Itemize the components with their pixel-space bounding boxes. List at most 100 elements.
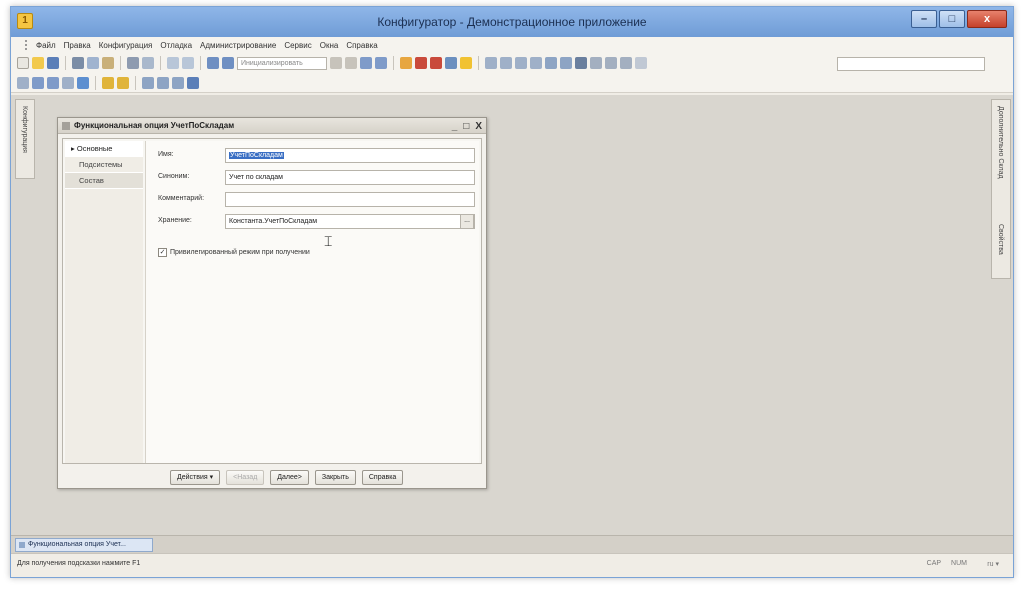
report-icon[interactable] (172, 76, 184, 89)
cut-icon[interactable] (72, 57, 84, 69)
comment-field[interactable] (225, 192, 475, 207)
menu-grip (25, 40, 28, 50)
menu-help[interactable]: Справка (346, 41, 377, 50)
language-indicator[interactable]: ru ▾ (987, 560, 999, 568)
menu-windows[interactable]: Окна (320, 41, 339, 50)
dialog-close-button[interactable]: X (475, 119, 482, 135)
actions-button-label: Действия (177, 474, 208, 481)
caps-indicator: CAP (926, 560, 942, 567)
minimize-button[interactable]: – (911, 10, 937, 28)
tab-icon (19, 542, 25, 548)
find-next-icon[interactable] (222, 57, 234, 69)
settings-icon[interactable] (187, 76, 199, 89)
close-dialog-button[interactable]: Закрыть (314, 470, 356, 485)
menu-edit[interactable]: Правка (64, 41, 91, 50)
separator (135, 75, 136, 90)
find-icon[interactable] (207, 57, 219, 69)
tool-icon-h[interactable] (590, 57, 602, 69)
tool-icon-b[interactable] (500, 57, 512, 69)
privileged-mode-row[interactable]: ✓ Привилегированный режим при получении (158, 248, 310, 257)
dialog-restore-button[interactable]: □ (463, 119, 469, 135)
filter-next-icon[interactable] (375, 57, 387, 69)
menu-file[interactable]: Файл (36, 41, 56, 50)
configurator-window: 1 Конфигуратор - Демонстрационное прилож… (10, 6, 1014, 578)
undo-icon[interactable] (167, 57, 179, 69)
run-icon[interactable] (460, 57, 472, 69)
open-folder-icon[interactable] (32, 57, 44, 69)
tool-icon-g[interactable] (575, 57, 587, 69)
secondary-toolbar (11, 73, 1013, 93)
back-button[interactable]: <Назад (226, 470, 265, 485)
tool-icon-a[interactable] (485, 57, 497, 69)
clear-icon[interactable] (345, 57, 357, 69)
text-cursor-icon: ⌶ (324, 233, 333, 249)
storage-select-button[interactable]: ... (460, 214, 474, 229)
dialog-title-bar[interactable]: Функциональная опция УчетПоСкладам _ □ X (58, 118, 486, 134)
toolbar-combo[interactable]: Инициализировать (237, 56, 327, 70)
tool-icon-d[interactable] (530, 57, 542, 69)
menu-administration[interactable]: Администрирование (200, 41, 276, 50)
tool-icon-j[interactable] (620, 57, 632, 69)
taskbar-tab-functional-option[interactable]: Функциональная опция Учет... (15, 538, 153, 552)
configuration-side-tab[interactable]: Конфигурация (15, 99, 35, 179)
new-document-icon[interactable] (17, 57, 29, 69)
close-button[interactable]: x (967, 10, 1007, 28)
tool-icon-i[interactable] (605, 57, 617, 69)
side-tab-extra[interactable]: Дополнительно Склад (997, 106, 1004, 179)
storage-label: Хранение: (158, 217, 192, 224)
dialog-controls: _ □ X (452, 119, 482, 135)
storage-field[interactable]: Константа.УчетПоСкладам ... (225, 214, 475, 229)
privileged-mode-checkbox[interactable]: ✓ (158, 248, 167, 257)
tool-icon-c[interactable] (515, 57, 527, 69)
edit-icon[interactable] (400, 57, 412, 69)
window-controls: – □ x (911, 10, 1007, 28)
menu-configuration[interactable]: Конфигурация (99, 41, 153, 50)
start-icon[interactable] (117, 76, 129, 89)
tool-icon-f[interactable] (560, 57, 572, 69)
dialog-minimize-button[interactable]: _ (452, 119, 458, 135)
update-icon[interactable] (445, 57, 457, 69)
side-tab-properties[interactable]: Свойства (997, 224, 1004, 255)
delete-icon[interactable] (415, 57, 427, 69)
dropdown-icon[interactable] (330, 57, 342, 69)
synonym-label: Синоним: (158, 173, 190, 180)
tool-icon-k[interactable] (635, 57, 647, 69)
separator (393, 56, 394, 70)
compare-icon[interactable] (142, 76, 154, 89)
redo-icon[interactable] (182, 57, 194, 69)
copy-icon[interactable] (87, 57, 99, 69)
list-icon[interactable] (32, 76, 44, 89)
tool-icon-e[interactable] (545, 57, 557, 69)
module-icon[interactable] (77, 76, 89, 89)
help-button[interactable]: Справка (361, 470, 404, 485)
save-icon[interactable] (47, 57, 59, 69)
nav-item-subsystems[interactable]: Подсистемы (65, 157, 143, 173)
dialog-buttons: Действия ▾ <Назад Далее> Закрыть Справка (170, 470, 404, 485)
merge-icon[interactable] (157, 76, 169, 89)
table-icon[interactable] (47, 76, 59, 89)
run-debug-icon[interactable] (102, 76, 114, 89)
actions-button[interactable]: Действия ▾ (170, 470, 221, 485)
name-field-value: УчетПоСкладам (229, 152, 284, 159)
search-input[interactable] (837, 57, 985, 71)
title-bar[interactable]: 1 Конфигуратор - Демонстрационное прилож… (11, 7, 1013, 37)
tree-icon[interactable] (17, 76, 29, 89)
menu-service[interactable]: Сервис (284, 41, 311, 50)
filter-icon[interactable] (360, 57, 372, 69)
separator (95, 75, 96, 90)
paste-icon[interactable] (102, 57, 114, 69)
maximize-button[interactable]: □ (939, 10, 965, 28)
next-button[interactable]: Далее> (270, 470, 309, 485)
preview-icon[interactable] (142, 57, 154, 69)
synonym-field[interactable]: Учет по складам (225, 170, 475, 185)
debug-icon[interactable] (430, 57, 442, 69)
dialog-body: ▸ Основные Подсистемы Состав Имя: УчетПо… (62, 138, 482, 464)
separator (478, 56, 479, 70)
grid-icon[interactable] (62, 76, 74, 89)
name-field[interactable]: УчетПоСкладам (225, 148, 475, 163)
print-icon[interactable] (127, 57, 139, 69)
separator (200, 56, 201, 70)
nav-item-content[interactable]: Состав (65, 173, 143, 189)
nav-item-main[interactable]: ▸ Основные (65, 141, 143, 157)
menu-debug[interactable]: Отладка (160, 41, 192, 50)
